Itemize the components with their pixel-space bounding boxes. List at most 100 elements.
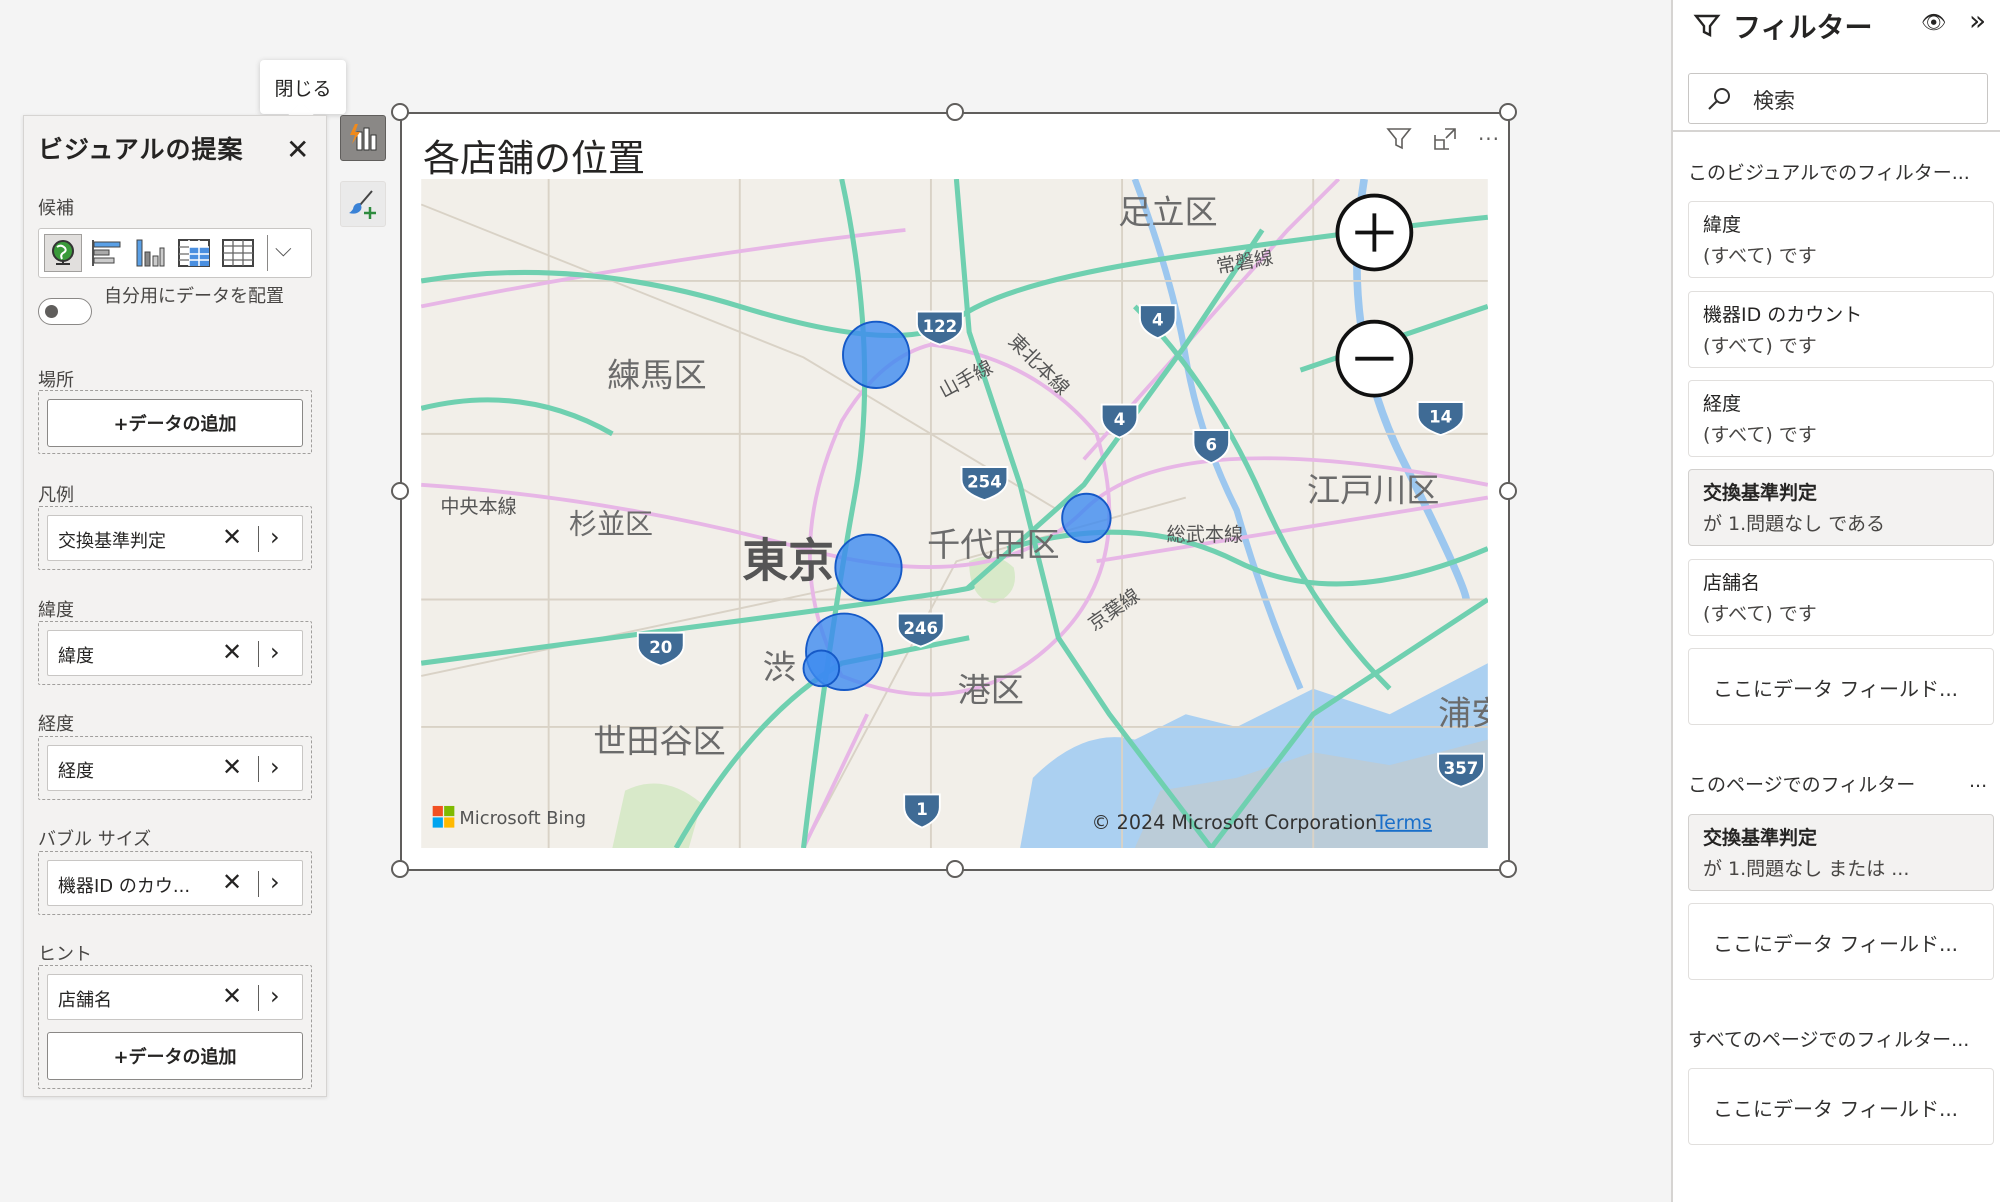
field-name: 店舗名 bbox=[58, 990, 112, 1011]
filter-card[interactable]: 交換基準判定が 1.問題なし または ... bbox=[1688, 814, 1994, 891]
map-label: 世田谷区 bbox=[593, 721, 726, 760]
filter-card[interactable]: 店舗名 (すべて) です bbox=[1688, 559, 1994, 636]
eye-icon[interactable]: 👁︎ bbox=[1921, 10, 1946, 34]
clustered-bar-icon[interactable] bbox=[87, 234, 125, 272]
more-options-icon[interactable]: ··· bbox=[1474, 124, 1504, 154]
drop-placeholder: ここにデータ フィールド... bbox=[1713, 932, 1959, 956]
lightning-chart-icon bbox=[350, 124, 377, 151]
separator bbox=[258, 756, 259, 782]
store-bubble bbox=[834, 533, 903, 602]
copyright-text: © 2024 Microsoft Corporation bbox=[1091, 811, 1377, 834]
divider bbox=[1673, 130, 2000, 132]
filter-field-name: 店舗名 bbox=[1703, 572, 1761, 594]
remove-field-icon[interactable]: ✕ bbox=[222, 639, 242, 665]
drop-placeholder: ここにデータ フィールド... bbox=[1713, 677, 1959, 701]
field-name: 経度 bbox=[58, 761, 94, 782]
filters-header: フィルター bbox=[1693, 6, 1872, 46]
focus-mode-icon[interactable] bbox=[1430, 124, 1460, 154]
resize-handle[interactable] bbox=[391, 860, 409, 878]
close-icon[interactable]: ✕ bbox=[286, 136, 309, 164]
zoom-out-button[interactable] bbox=[1335, 319, 1414, 398]
filter-card[interactable]: 経度 (すべて) です bbox=[1688, 380, 1994, 457]
filter-icon[interactable] bbox=[1384, 124, 1414, 154]
field-pill[interactable]: 交換基準判定 ✕ › bbox=[47, 515, 303, 561]
column-chart-icon[interactable] bbox=[131, 234, 169, 272]
resize-handle[interactable] bbox=[391, 482, 409, 500]
zoom-in-button[interactable] bbox=[1335, 193, 1414, 272]
map-label: 江戸川区 bbox=[1307, 470, 1439, 509]
filter-drop-zone[interactable]: ここにデータ フィールド... bbox=[1688, 1068, 1994, 1145]
map-label: 練馬区 bbox=[607, 356, 706, 395]
chevron-right-icon[interactable]: › bbox=[270, 753, 280, 781]
route-number: 254 bbox=[967, 472, 1002, 491]
matrix-icon[interactable] bbox=[175, 234, 213, 272]
remove-field-icon[interactable]: ✕ bbox=[222, 983, 242, 1009]
table-icon[interactable] bbox=[219, 234, 257, 272]
resize-handle[interactable] bbox=[1499, 860, 1517, 878]
remove-field-icon[interactable]: ✕ bbox=[222, 869, 242, 895]
route-number: 1 bbox=[916, 800, 928, 819]
field-name: 緯度 bbox=[58, 646, 94, 667]
visual-suggestions-panel: ビジュアルの提案 ✕ 候補 ⌵ 自分用にデータを配置 場所 +データの追加 凡例 交換… bbox=[23, 115, 327, 1097]
collapse-pane-icon[interactable]: » bbox=[1969, 4, 1986, 37]
field-name: 機器ID のカウ... bbox=[58, 876, 191, 897]
filter-field-name: 交換基準判定 bbox=[1703, 482, 1818, 504]
filter-card[interactable]: 交換基準判定が 1.問題なし である bbox=[1688, 469, 1994, 546]
field-pill[interactable]: 店舗名 ✕ › bbox=[47, 974, 303, 1020]
route-number: 4 bbox=[1152, 311, 1164, 330]
remove-field-icon[interactable]: ✕ bbox=[222, 524, 242, 550]
filter-drop-zone[interactable]: ここにデータ フィールド... bbox=[1688, 648, 1994, 725]
field-well: 経度 ✕ › bbox=[38, 736, 312, 800]
format-visual-button[interactable] bbox=[340, 181, 386, 227]
resize-handle[interactable] bbox=[946, 103, 964, 121]
chevron-right-icon[interactable]: › bbox=[270, 638, 280, 666]
separator bbox=[258, 526, 259, 552]
filter-state: が 1.問題なし または ... bbox=[1703, 858, 1910, 880]
field-pill[interactable]: 緯度 ✕ › bbox=[47, 630, 303, 676]
well-label: バブル サイズ bbox=[38, 829, 152, 850]
well-label: ヒント bbox=[38, 944, 92, 965]
filter-search-input[interactable]: 検索 bbox=[1688, 73, 1988, 124]
filter-field-name: 緯度 bbox=[1703, 214, 1742, 236]
resize-handle[interactable] bbox=[1499, 103, 1517, 121]
map-label: 中央本線 bbox=[440, 495, 516, 518]
field-name: 交換基準判定 bbox=[58, 531, 166, 552]
field-pill[interactable]: 経度 ✕ › bbox=[47, 745, 303, 791]
add-data-button[interactable]: +データの追加 bbox=[47, 399, 303, 447]
filter-drop-zone[interactable]: ここにデータ フィールド... bbox=[1688, 903, 1994, 980]
map-label: 渋 bbox=[763, 648, 796, 687]
filter-state: (すべて) です bbox=[1703, 603, 1817, 625]
chevron-right-icon[interactable]: › bbox=[270, 982, 280, 1010]
chevron-down-icon[interactable]: ⌵ bbox=[275, 237, 292, 262]
route-number: 14 bbox=[1429, 407, 1452, 426]
toggle-label: 自分用にデータを配置 bbox=[104, 286, 284, 307]
route-number: 4 bbox=[1114, 410, 1126, 429]
resize-handle[interactable] bbox=[946, 860, 964, 878]
terms-link[interactable]: Terms bbox=[1375, 811, 1432, 834]
search-placeholder: 検索 bbox=[1753, 89, 1795, 113]
map-label: 総武本線 bbox=[1167, 523, 1243, 546]
map-visual[interactable]: 各店舗の位置 ··· 足立区 練馬区 杉並区 東京 千代田区 江戸川区 港区 世… bbox=[391, 103, 1517, 878]
map-label: 東京 bbox=[742, 534, 834, 588]
suggest-visual-button[interactable] bbox=[340, 115, 386, 161]
filter-field-name: 機器ID のカウント bbox=[1703, 304, 1863, 326]
chevron-right-icon[interactable]: › bbox=[270, 523, 280, 551]
filter-field-name: 経度 bbox=[1703, 393, 1742, 415]
divider bbox=[267, 235, 268, 271]
filter-card[interactable]: 緯度 (すべて) です bbox=[1688, 201, 1994, 278]
add-data-button[interactable]: +データの追加 bbox=[47, 1032, 303, 1080]
store-bubble bbox=[1061, 492, 1112, 544]
route-number: 246 bbox=[903, 619, 938, 638]
filter-card[interactable]: 機器ID のカウント (すべて) です bbox=[1688, 291, 1994, 368]
separator bbox=[258, 641, 259, 667]
arrange-data-toggle[interactable] bbox=[38, 298, 92, 325]
resize-handle[interactable] bbox=[1499, 482, 1517, 500]
visual-type-picker: ⌵ bbox=[38, 228, 312, 278]
map-canvas[interactable]: 足立区 練馬区 杉並区 東京 千代田区 江戸川区 港区 世田谷区 渋 浦安 中央… bbox=[421, 179, 1488, 848]
resize-handle[interactable] bbox=[391, 103, 409, 121]
chevron-right-icon[interactable]: › bbox=[270, 868, 280, 896]
page-filters-more-icon[interactable]: ... bbox=[1969, 770, 1987, 792]
remove-field-icon[interactable]: ✕ bbox=[222, 754, 242, 780]
field-pill[interactable]: 機器ID のカウ... ✕ › bbox=[47, 860, 303, 906]
globe-map-icon[interactable] bbox=[44, 234, 82, 272]
